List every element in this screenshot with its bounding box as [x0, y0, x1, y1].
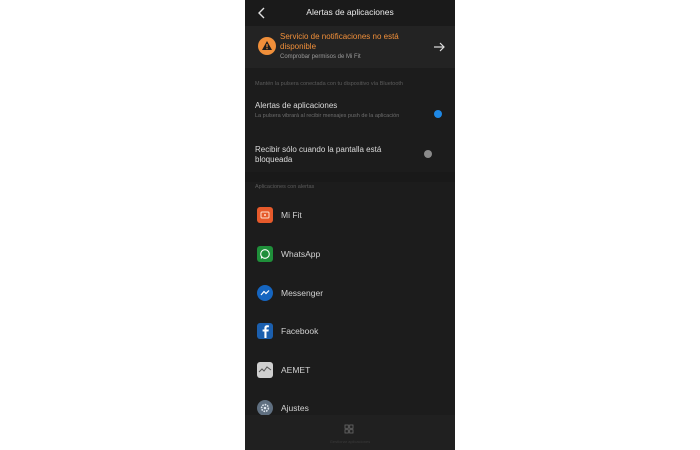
arrow-right-icon[interactable] — [433, 41, 445, 53]
section-divider — [245, 172, 455, 182]
manage-apps-label: Gestionar aplicaciones — [329, 439, 371, 444]
app-name: Facebook — [281, 326, 319, 336]
grid-icon[interactable] — [344, 424, 354, 434]
warning-icon — [258, 37, 276, 55]
app-name: Ajustes — [281, 403, 309, 413]
locked-only-label: Recibir sólo cuando la pantalla está blo… — [255, 145, 382, 164]
aemet-icon — [257, 362, 273, 378]
locked-only-toggle[interactable] — [424, 150, 432, 158]
app-alerts-label: Alertas de aplicaciones — [255, 101, 338, 110]
app-alerts-toggle[interactable] — [434, 110, 442, 118]
bluetooth-hint: Mantén la pulsera conectada con tu dispo… — [255, 81, 403, 87]
page-title: Alertas de aplicaciones — [306, 7, 394, 17]
app-name: WhatsApp — [281, 249, 321, 259]
notification-service-warning[interactable]: Servicio de notificaciones no está dispo… — [245, 26, 455, 68]
app-item-aemet[interactable]: AEMET — [245, 355, 455, 385]
top-bar: Alertas de aplicaciones — [245, 0, 455, 26]
phone-screen: Alertas de aplicaciones Servicio de noti… — [245, 0, 455, 450]
facebook-icon — [257, 323, 273, 339]
mifit-icon — [257, 207, 273, 223]
app-name: AEMET — [281, 365, 311, 375]
app-item-facebook[interactable]: Facebook — [245, 316, 455, 346]
warning-subtitle: Comprobar permisos de Mi Fit — [280, 54, 361, 60]
apps-section-header: Aplicaciones con alertas — [255, 184, 315, 190]
app-alerts-description: La pulsera vibrará al recibir mensajes p… — [255, 113, 400, 119]
app-name: Messenger — [281, 288, 324, 298]
app-item-whatsapp[interactable]: WhatsApp — [245, 239, 455, 269]
messenger-icon — [257, 285, 273, 301]
app-item-messenger[interactable]: Messenger — [245, 278, 455, 308]
settings-icon — [257, 400, 273, 416]
whatsapp-icon — [257, 246, 273, 262]
bottom-bar[interactable]: Gestionar aplicaciones — [245, 415, 455, 450]
app-name: Mi Fit — [281, 210, 302, 220]
app-item-mifit[interactable]: Mi Fit — [245, 200, 455, 230]
warning-title: Servicio de notificaciones no está dispo… — [280, 32, 399, 51]
